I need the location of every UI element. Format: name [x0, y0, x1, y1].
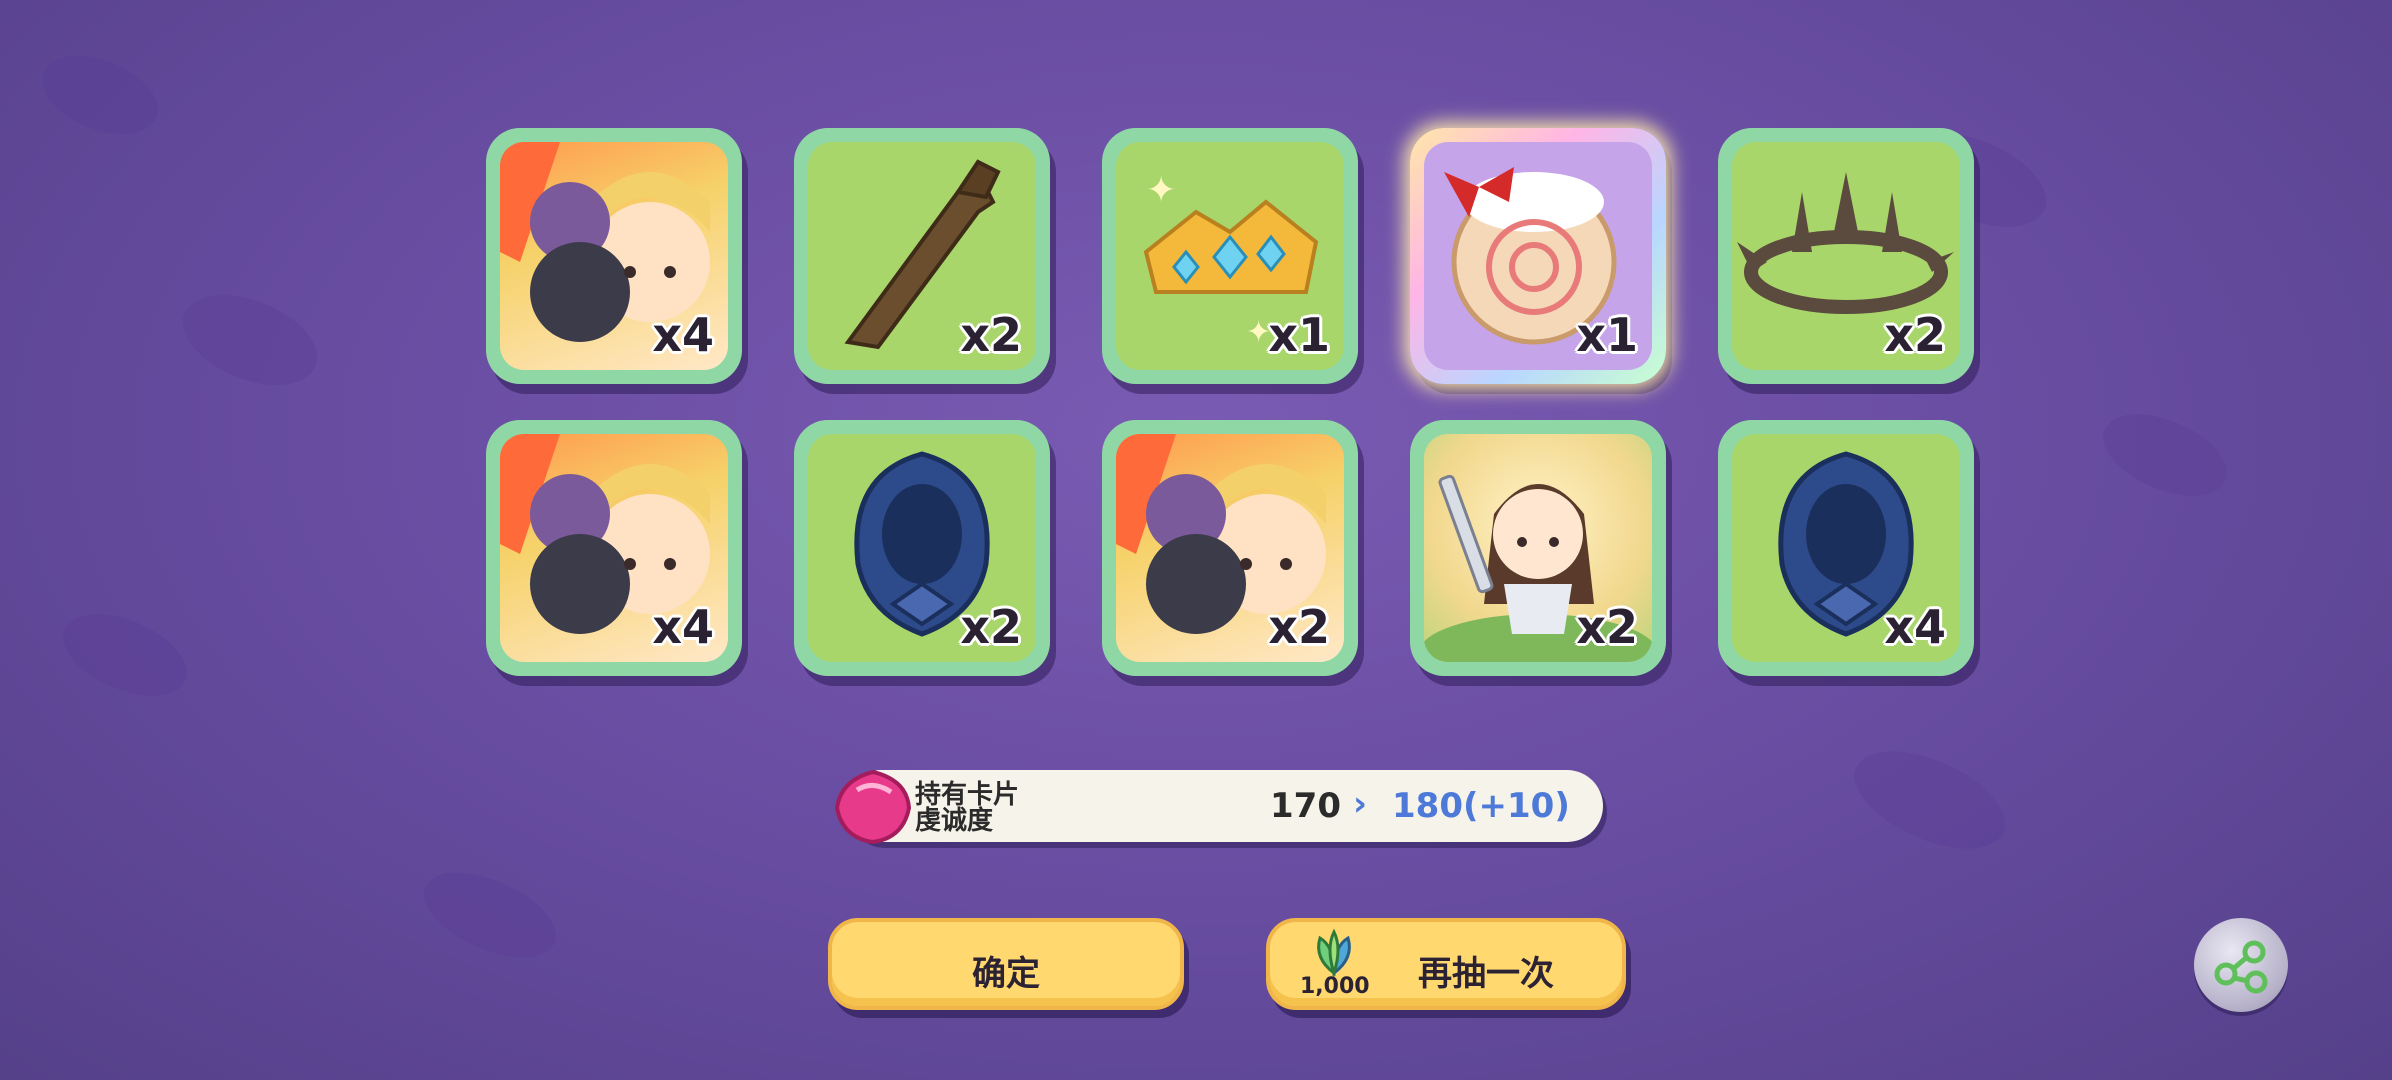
reward-card[interactable]: x4 [1718, 420, 1974, 676]
reward-count: x4 [652, 600, 714, 654]
reward-count: x2 [1576, 600, 1638, 654]
devotion-old-value: 170 [1270, 786, 1341, 826]
reward-grid: x4 x2 ✦ ✦ x1 x1 x2 x4 x2 x2 x2 x4 [0, 0, 2392, 1080]
reward-count: x2 [1884, 308, 1946, 362]
reward-card[interactable]: ✦ ✦ x1 [1102, 128, 1358, 384]
reward-count: x1 [1268, 308, 1330, 362]
reward-count: x2 [960, 308, 1022, 362]
devotion-label-line2: 虔诚度 [915, 806, 994, 836]
reward-count: x4 [652, 308, 714, 362]
reward-card[interactable]: x1 [1410, 128, 1666, 384]
leaf-currency-icon [1317, 928, 1351, 978]
reward-card[interactable]: x4 [486, 420, 742, 676]
reward-card[interactable]: x4 [486, 128, 742, 384]
reward-card[interactable]: x2 [794, 128, 1050, 384]
share-button[interactable] [2194, 918, 2288, 1012]
reward-card[interactable]: x2 [1102, 420, 1358, 676]
devotion-label: 持有卡片 虔诚度 [915, 782, 1019, 834]
devotion-label-line1: 持有卡片 [915, 780, 1020, 810]
arrow-right-icon: › [1353, 784, 1368, 824]
reward-card[interactable]: x2 [1410, 420, 1666, 676]
share-icon [2214, 940, 2268, 994]
reward-card[interactable]: x2 [1718, 128, 1974, 384]
draw-again-label: 再抽一次 [1418, 954, 1554, 994]
confirm-button-label: 确定 [972, 954, 1040, 994]
svg-text:✦: ✦ [1146, 170, 1176, 211]
reward-count: x2 [960, 600, 1022, 654]
reward-count: x4 [1884, 600, 1946, 654]
reward-count: x1 [1576, 308, 1638, 362]
devotion-gem-icon [834, 769, 912, 845]
devotion-new-value: 180(+10) [1392, 786, 1570, 826]
draw-cost: 1,000 [1300, 974, 1370, 999]
card-devotion-bar: 持有卡片 虔诚度 170 › 180(+10) [834, 769, 1603, 845]
confirm-button[interactable]: 确定 [828, 918, 1184, 1010]
reward-card[interactable]: x2 [794, 420, 1050, 676]
reward-count: x2 [1268, 600, 1330, 654]
draw-again-button[interactable]: 1,000 再抽一次 [1266, 918, 1626, 1010]
